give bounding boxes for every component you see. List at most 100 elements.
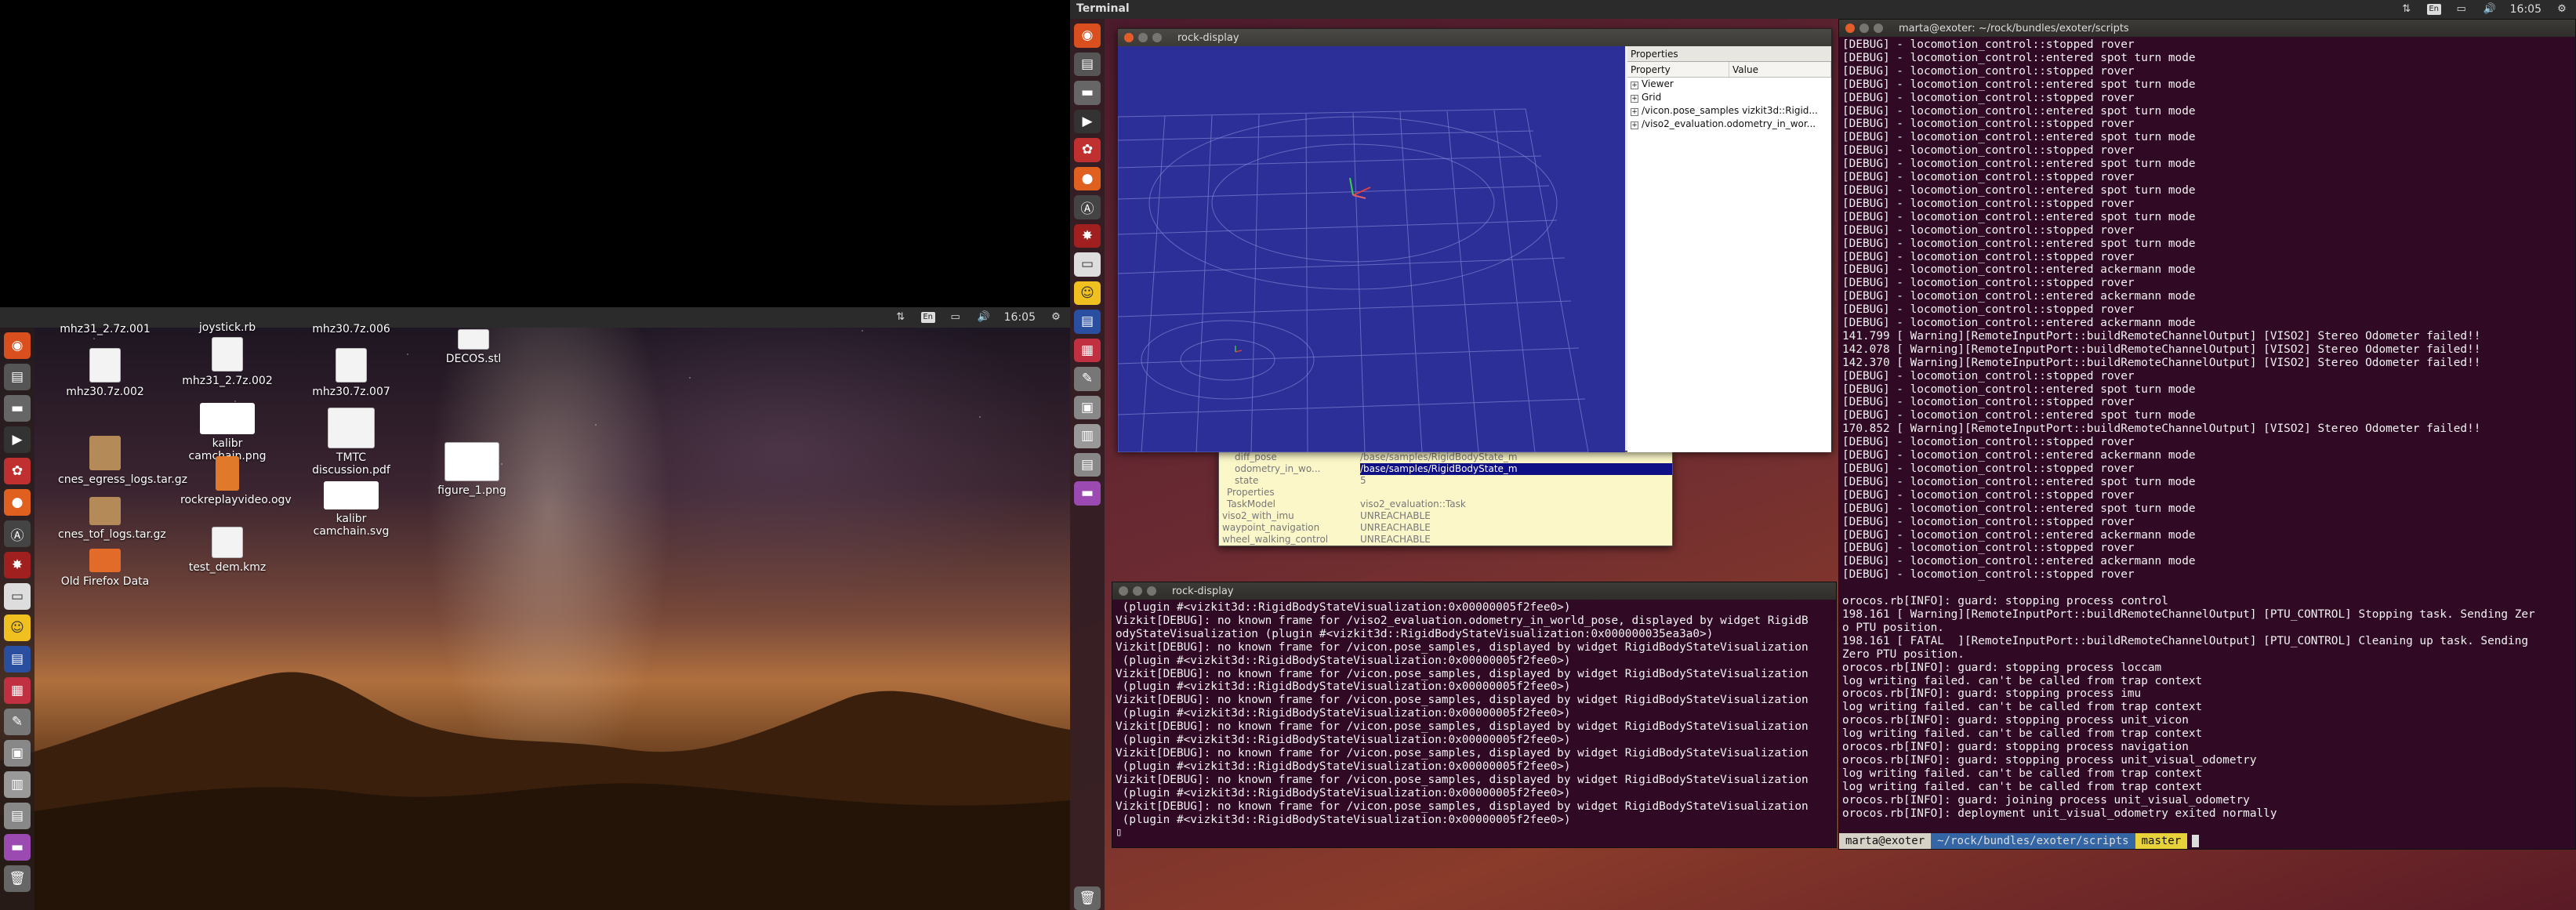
- firefox-icon[interactable]: ●: [1074, 166, 1101, 190]
- expand-icon[interactable]: +: [1631, 108, 1638, 116]
- settings-gear-icon[interactable]: ✸: [4, 552, 31, 578]
- usb-drive-icon[interactable]: ▣: [4, 740, 31, 767]
- window-titlebar[interactable]: rock-display: [1112, 582, 1836, 600]
- 3d-viewport[interactable]: [1118, 46, 1625, 452]
- desktop-icon-archive[interactable]: cnes_tof_logs.tar.gz: [58, 497, 166, 541]
- archive-icon[interactable]: ▤: [4, 803, 31, 829]
- clock[interactable]: 16:05: [1004, 311, 1036, 324]
- files-icon[interactable]: ▤: [1074, 52, 1101, 76]
- desktop-icon-file[interactable]: mhz30.7z.007: [304, 348, 398, 398]
- text-editor-icon[interactable]: ✎: [1074, 367, 1101, 391]
- desktop-icon-plot[interactable]: figure_1.png: [425, 442, 519, 497]
- expand-icon[interactable]: +: [1631, 95, 1638, 103]
- desktop-icon-file[interactable]: joystick.rb: [180, 321, 274, 334]
- gimp-icon[interactable]: ☺: [4, 615, 31, 641]
- transfer-icon[interactable]: ⇅: [893, 311, 909, 324]
- desktop-icon-image[interactable]: kalibr camchain.png: [180, 403, 274, 462]
- presentation-icon[interactable]: ▦: [1074, 338, 1101, 362]
- calculator-icon[interactable]: ▥: [1074, 424, 1101, 448]
- property-row[interactable]: + Viewer: [1627, 78, 1831, 91]
- terminal-output[interactable]: [DEBUG] - locomotion_control::stopped ro…: [1839, 37, 2575, 821]
- trash-icon[interactable]: 🗑: [4, 865, 31, 892]
- task-row[interactable]: Properties: [1219, 487, 1672, 499]
- close-icon[interactable]: [1119, 586, 1128, 596]
- transfer-icon[interactable]: ⇅: [2399, 3, 2415, 16]
- robot-app-icon[interactable]: ✿: [4, 458, 31, 484]
- firefox-icon[interactable]: ●: [4, 489, 31, 516]
- desktop-icon-video[interactable]: rockreplayvideo.ogv: [180, 456, 292, 506]
- battery-icon[interactable]: ▭: [2454, 3, 2469, 16]
- robot-app-icon[interactable]: ✿: [1074, 138, 1101, 162]
- property-row[interactable]: + /vicon.pose_samples vizkit3d::Rigid...: [1627, 104, 1831, 118]
- desktop-icon-file[interactable]: mhz31_2.7z.001: [58, 323, 152, 335]
- trash-icon[interactable]: 🗑: [1074, 886, 1101, 910]
- calculator-icon[interactable]: ▥: [4, 771, 31, 798]
- writer-icon[interactable]: ▤: [1074, 310, 1101, 334]
- dash-icon[interactable]: ◉: [1074, 24, 1101, 48]
- task-row[interactable]: waypoint_navigation UNREACHABLE: [1219, 522, 1672, 534]
- drive-icon[interactable]: ▬: [4, 395, 31, 422]
- drive-icon[interactable]: ▬: [1074, 81, 1101, 105]
- shell-prompt[interactable]: marta@exoter ~/rock/bundles/exoter/scrip…: [1839, 833, 2200, 849]
- task-row[interactable]: TaskModel viso2_evaluation::Task: [1219, 499, 1672, 510]
- desktop-icon-pdf[interactable]: TMTC discussion.pdf: [304, 408, 398, 477]
- task-row[interactable]: viso2_with_imu UNREACHABLE: [1219, 510, 1672, 522]
- media-icon[interactable]: ▬: [4, 834, 31, 861]
- usb-drive-icon[interactable]: ▣: [1074, 395, 1101, 419]
- minimize-icon[interactable]: [1138, 33, 1148, 42]
- disk-icon[interactable]: ▭: [1074, 252, 1101, 277]
- property-row[interactable]: + /viso2_evaluation.odometry_in_wor...: [1627, 118, 1831, 131]
- minimize-icon[interactable]: [1133, 586, 1142, 596]
- task-row[interactable]: state 5: [1219, 475, 1672, 487]
- rock-display-3d-window[interactable]: rock-display Properties Property Value +…: [1117, 28, 1832, 452]
- close-icon[interactable]: [1845, 24, 1855, 33]
- disk-icon[interactable]: ▭: [4, 583, 31, 610]
- presentation-icon[interactable]: ▦: [4, 677, 31, 704]
- gear-icon[interactable]: ⚙: [1048, 311, 1064, 324]
- maximize-icon[interactable]: [1874, 24, 1883, 33]
- task-row[interactable]: wheel_walking_control UNREACHABLE: [1219, 534, 1672, 546]
- software-center-icon[interactable]: Ⓐ: [1074, 195, 1101, 219]
- desktop-icon-file[interactable]: test_dem.kmz: [180, 527, 274, 574]
- keyboard-layout-indicator[interactable]: En: [2426, 4, 2441, 15]
- gear-icon[interactable]: ⚙: [2554, 3, 2570, 16]
- column-property[interactable]: Property: [1627, 62, 1729, 77]
- window-titlebar[interactable]: rock-display: [1118, 29, 1831, 46]
- terminal-icon[interactable]: ▶: [1074, 109, 1101, 133]
- settings-gear-icon[interactable]: ✸: [1074, 223, 1101, 248]
- battery-icon[interactable]: ▭: [948, 311, 963, 324]
- terminal-icon[interactable]: ▶: [4, 426, 31, 453]
- maximize-icon[interactable]: [1147, 586, 1156, 596]
- desktop-icon-file[interactable]: mhz30.7z.006: [304, 323, 398, 335]
- close-icon[interactable]: [1124, 33, 1134, 42]
- volume-icon[interactable]: 🔊: [976, 311, 992, 324]
- archive-icon[interactable]: ▤: [1074, 452, 1101, 477]
- desktop-icon-folder[interactable]: Old Firefox Data: [58, 549, 152, 588]
- media-icon[interactable]: ▬: [1074, 481, 1101, 506]
- terminal-output[interactable]: (plugin #<vizkit3d::RigidBodyStateVisual…: [1112, 600, 1836, 841]
- writer-icon[interactable]: ▤: [4, 646, 31, 673]
- dash-icon[interactable]: ◉: [4, 332, 31, 359]
- task-row-selected[interactable]: odometry_in_wo... /base/samples/RigidBod…: [1219, 463, 1672, 475]
- desktop-icon-archive[interactable]: cnes_egress_logs.tar.gz: [58, 436, 187, 486]
- expand-icon[interactable]: +: [1631, 121, 1638, 129]
- text-editor-icon[interactable]: ✎: [4, 709, 31, 735]
- files-icon[interactable]: ▤: [4, 364, 31, 390]
- clock[interactable]: 16:05: [2510, 3, 2542, 16]
- expand-icon[interactable]: +: [1631, 82, 1638, 89]
- desktop-icon-file[interactable]: mhz30.7z.002: [58, 348, 152, 398]
- volume-icon[interactable]: 🔊: [2482, 3, 2498, 16]
- window-titlebar[interactable]: marta@exoter: ~/rock/bundles/exoter/scri…: [1839, 20, 2575, 37]
- minimize-icon[interactable]: [1859, 24, 1869, 33]
- desktop-icon-file[interactable]: DECOS.stl: [426, 329, 521, 365]
- desktop-icon-svg[interactable]: kalibr camchain.svg: [304, 481, 398, 538]
- column-value[interactable]: Value: [1729, 62, 1831, 77]
- property-row[interactable]: + Grid: [1627, 91, 1831, 104]
- software-center-icon[interactable]: Ⓐ: [4, 520, 31, 547]
- gimp-icon[interactable]: ☺: [1074, 281, 1101, 305]
- task-inspector-window[interactable]: diff_pose /base/samples/RigidBodyState_m…: [1218, 451, 1673, 546]
- keyboard-layout-indicator[interactable]: En: [920, 312, 935, 323]
- desktop-icon-file[interactable]: mhz31_2.7z.002: [180, 337, 274, 387]
- main-terminal[interactable]: marta@exoter: ~/rock/bundles/exoter/scri…: [1838, 19, 2576, 850]
- task-row[interactable]: diff_pose /base/samples/RigidBodyState_m: [1219, 451, 1672, 463]
